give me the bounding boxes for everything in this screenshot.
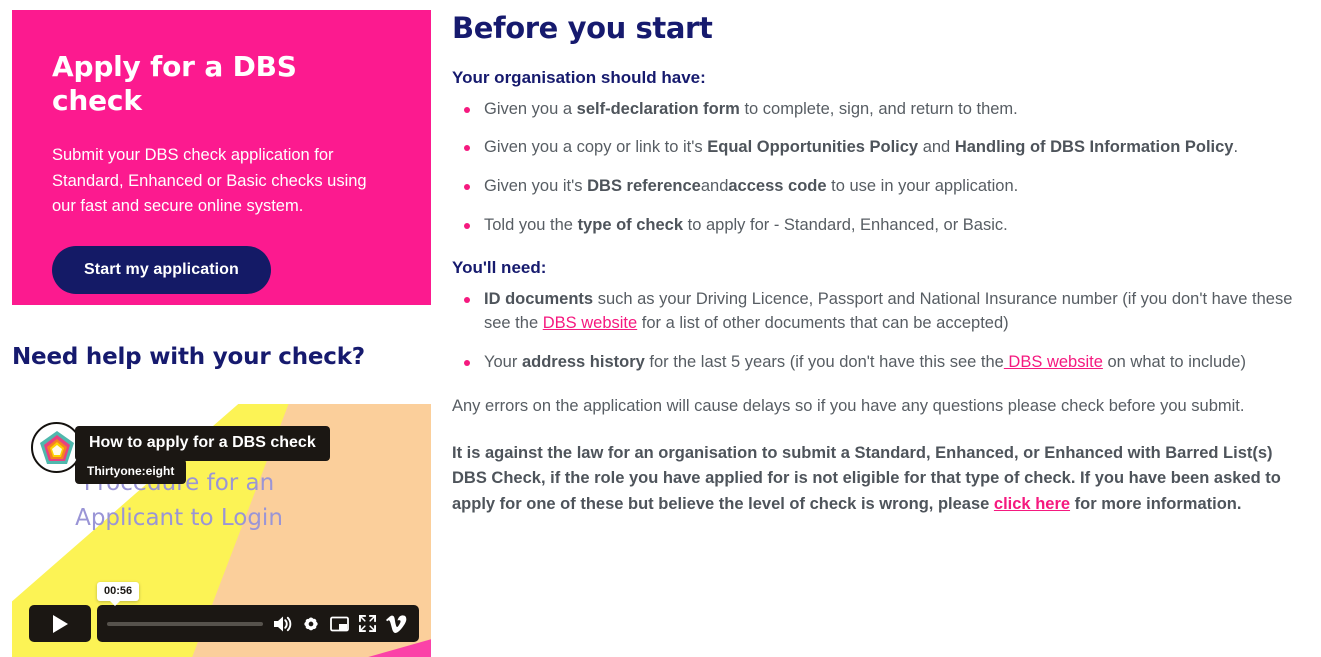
inline-link[interactable]: DBS website: [543, 314, 637, 332]
gear-icon[interactable]: [302, 615, 320, 633]
youll-need-section-heading: You'll need:: [452, 257, 547, 277]
text-run: Given you a: [484, 99, 577, 118]
text-run: Told you the: [484, 215, 578, 234]
video-controls-bar: 00:56: [29, 582, 419, 642]
vimeo-logo[interactable]: [386, 614, 407, 633]
list-item: Given you it's DBS referenceandaccess co…: [452, 174, 1314, 199]
emphasis-text: Handling of DBS Information Policy: [954, 138, 1234, 157]
apply-hero-card: Apply for a DBS check Submit your DBS ch…: [12, 10, 431, 305]
inline-link[interactable]: click here: [994, 495, 1070, 513]
emphasis-text: access code: [728, 177, 827, 196]
hero-description: Submit your DBS check application for St…: [52, 146, 367, 216]
video-timecode-tooltip: 00:56: [97, 582, 140, 606]
list-item: Given you a copy or link to it's Equal O…: [452, 135, 1314, 160]
emphasis-text: DBS reference: [587, 177, 701, 196]
organisation-requirements-list: Given you a self-declaration form to com…: [452, 97, 1314, 238]
video-scrubber[interactable]: [107, 621, 263, 626]
list-item: Given you a self-declaration form to com…: [452, 97, 1314, 122]
emphasis-text: self-declaration form: [576, 99, 740, 118]
youll-need-list: ID documents such as your Driving Licenc…: [452, 287, 1314, 375]
text-run: Given you it's: [484, 177, 588, 196]
text-run: Given you a copy or link to it's: [484, 138, 708, 157]
emphasis-text: for more information.: [1070, 494, 1242, 513]
video-byline-chip[interactable]: Thirtyone:eight: [75, 459, 187, 484]
errors-paragraph: Any errors on the application will cause…: [452, 396, 1245, 415]
volume-icon[interactable]: [273, 615, 292, 633]
text-run: for a list of other documents that can b…: [637, 314, 1009, 333]
thirtyone-eight-logo-icon: [39, 430, 74, 464]
hero-title: Apply for a DBS check: [52, 50, 297, 117]
text-run: and: [918, 138, 955, 157]
main-content-column: Before you start Your organisation shoul…: [452, 0, 1314, 517]
vimeo-video-player[interactable]: Procedure for an Applicant to Login How …: [12, 404, 431, 657]
emphasis-text: ID documents: [484, 289, 594, 308]
text-run: on what to include): [1102, 353, 1246, 372]
picture-in-picture-icon[interactable]: [330, 616, 349, 632]
list-item: Told you the type of check to apply for …: [452, 213, 1314, 238]
left-column: Apply for a DBS check Submit your DBS ch…: [0, 0, 431, 657]
text-run: and: [700, 177, 729, 196]
list-item: Your address history for the last 5 year…: [452, 350, 1314, 375]
emphasis-text: type of check: [577, 215, 684, 234]
video-title-chip[interactable]: How to apply for a DBS check: [75, 426, 330, 461]
inline-link[interactable]: DBS website: [1004, 353, 1102, 371]
text-run: to complete, sign, and return to them.: [739, 99, 1018, 118]
text-run: Your: [484, 353, 522, 372]
text-run: for the last 5 years (if you don't have …: [644, 353, 1004, 372]
text-run: to use in your application.: [826, 177, 1019, 196]
emphasis-text: address history: [521, 353, 645, 372]
text-run: .: [1233, 138, 1239, 157]
fullscreen-icon[interactable]: [359, 615, 376, 632]
video-progress-controls: 00:56: [97, 582, 419, 642]
organisation-section-heading: Your organisation should have:: [452, 67, 706, 87]
page-title: Before you start: [452, 11, 713, 45]
page-root: Apply for a DBS check Submit your DBS ch…: [0, 0, 1321, 657]
list-item: ID documents such as your Driving Licenc…: [452, 287, 1314, 337]
start-my-application-button[interactable]: Start my application: [52, 245, 271, 294]
legal-notice-paragraph: It is against the law for an organisatio…: [452, 441, 1304, 518]
need-help-heading: Need help with your check?: [12, 344, 365, 370]
play-icon: [53, 614, 68, 633]
emphasis-text: Equal Opportunities Policy: [707, 138, 919, 157]
text-run: to apply for - Standard, Enhanced, or Ba…: [683, 215, 1008, 234]
play-button[interactable]: [29, 605, 91, 642]
